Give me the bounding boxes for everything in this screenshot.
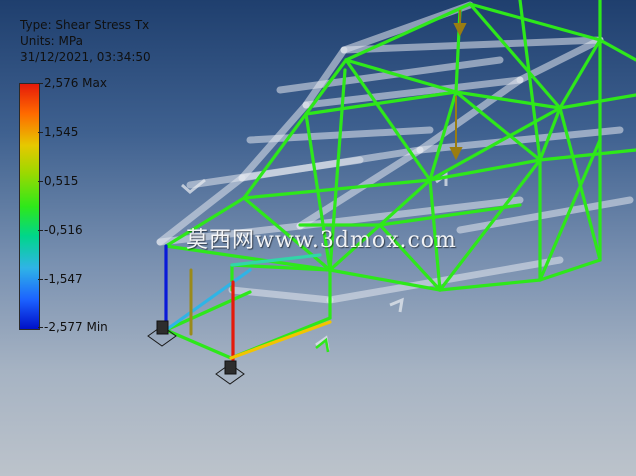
legend-min-label: -2,577 Min — [44, 320, 108, 334]
result-type-label: Type: Shear Stress Tx — [20, 18, 150, 32]
load-arrow-2[interactable] — [453, 10, 467, 37]
legend-tick-label: -1,547 — [44, 272, 83, 286]
stress-legend-colorbar — [19, 83, 40, 330]
legend-tick-label: 1,545 — [44, 125, 79, 139]
legend-tick — [38, 279, 43, 280]
legend-max-label: 2,576 Max — [44, 76, 107, 90]
timestamp-label: 31/12/2021, 03:34:50 — [20, 50, 151, 64]
legend-tick-label: 0,515 — [44, 174, 79, 188]
fixed-constraint-2[interactable] — [215, 360, 245, 385]
legend-tick — [38, 327, 43, 328]
legend-tick-label: -0,516 — [44, 223, 83, 237]
member-cyan[interactable] — [164, 268, 252, 332]
legend-tick — [38, 181, 43, 182]
legend-tick — [38, 132, 43, 133]
member-yellow[interactable] — [229, 320, 332, 360]
watermark-text: 莫西网www.3dmox.com — [186, 228, 457, 253]
units-label: Units: MPa — [20, 34, 83, 48]
green-end-brackets — [315, 337, 330, 353]
legend-tick — [38, 230, 43, 231]
legend-tick — [38, 83, 43, 84]
